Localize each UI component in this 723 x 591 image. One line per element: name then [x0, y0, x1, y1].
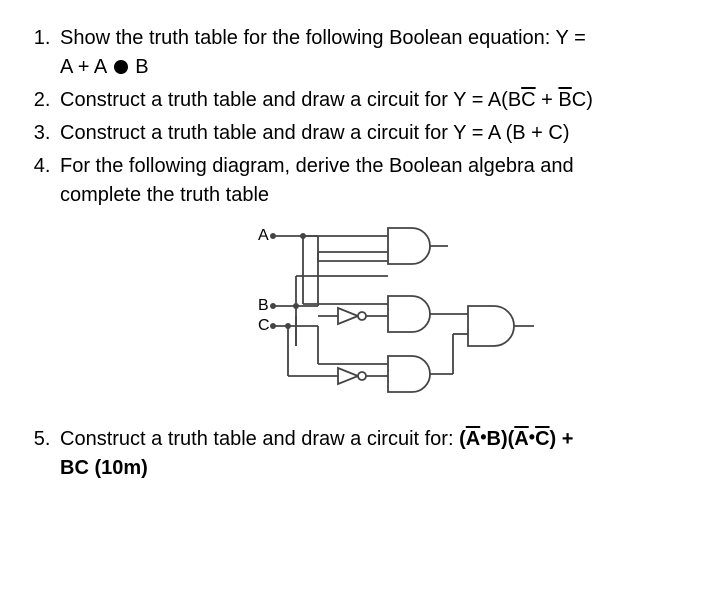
overline-a: A — [514, 428, 528, 450]
question-4: For the following diagram, derive the Bo… — [56, 152, 695, 415]
not-gate-icon — [338, 308, 358, 324]
question-list: Show the truth table for the following B… — [28, 24, 695, 483]
logic-circuit-svg: A B C — [218, 216, 538, 406]
q4-line2: complete the truth table — [60, 181, 695, 210]
and-dot-icon — [114, 60, 128, 74]
question-2: Construct a truth table and draw a circu… — [56, 86, 695, 115]
overline-b: B — [558, 89, 571, 111]
label-A: A — [258, 227, 269, 244]
question-1: Show the truth table for the following B… — [56, 24, 695, 82]
and-gate-icon — [468, 306, 514, 346]
question-3: Construct a truth table and draw a circu… — [56, 119, 695, 148]
q5-line2: BC (10m) — [60, 454, 695, 483]
overline-c: C — [521, 89, 535, 111]
not-gate-icon — [338, 368, 358, 384]
and-gate-icon — [388, 228, 430, 264]
q1-line1: Show the truth table for the following B… — [60, 27, 586, 49]
circuit-diagram: A B C — [60, 216, 695, 415]
dot-icon: • — [480, 427, 486, 447]
and-gate-icon — [388, 356, 430, 392]
dot-icon: • — [529, 427, 535, 447]
overline-c: C — [535, 428, 549, 450]
overline-a: A — [466, 428, 480, 450]
q1-line2: A + A B — [60, 53, 695, 82]
q4-line1: For the following diagram, derive the Bo… — [60, 155, 574, 177]
question-5: Construct a truth table and draw a circu… — [56, 425, 695, 483]
and-gate-icon — [388, 296, 430, 332]
label-B: B — [258, 297, 269, 314]
label-C: C — [258, 317, 270, 334]
